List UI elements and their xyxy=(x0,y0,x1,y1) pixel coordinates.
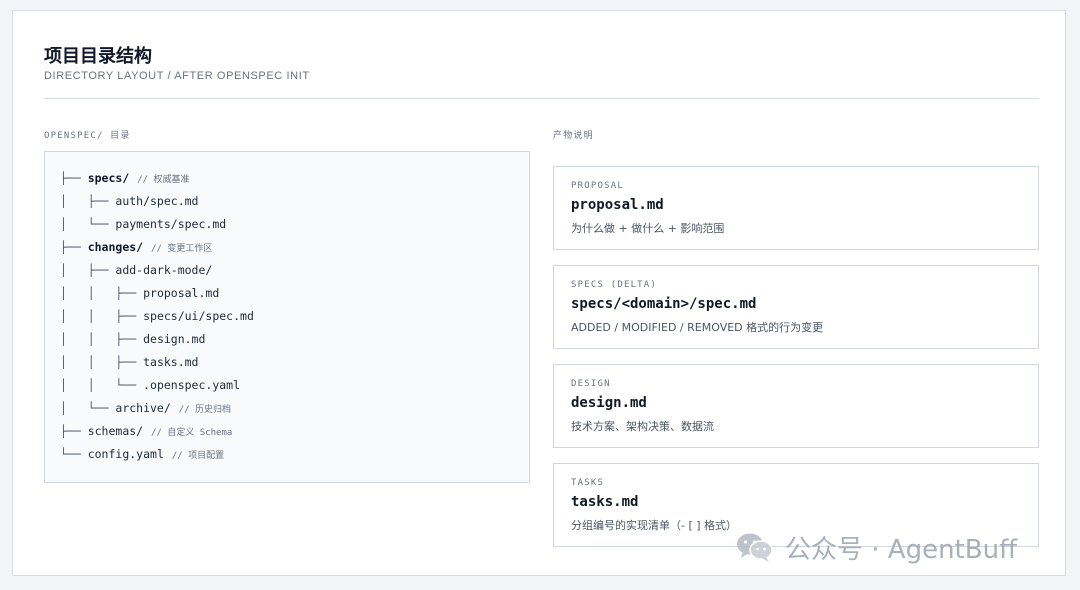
card-tag: SPECS (DELTA) xyxy=(571,280,658,290)
artifact-card-specs: SPECS (DELTA) specs/<domain>/spec.md ADD… xyxy=(553,265,1039,349)
card-filename: specs/<domain>/spec.md xyxy=(571,296,757,312)
page-title: 项目目录结构 xyxy=(44,46,152,67)
diagram-panel: 项目目录结构 DIRECTORY LAYOUT / AFTER OPENSPEC… xyxy=(12,10,1066,576)
directory-tree: ├── specs/// 权威基准 │ ├── auth/spec.md │ └… xyxy=(44,151,530,483)
watermark-text: 公众号 · AgentBuff xyxy=(785,534,1017,565)
page-subtitle: DIRECTORY LAYOUT / AFTER OPENSPEC INIT xyxy=(44,70,310,82)
artifact-card-proposal: PROPOSAL proposal.md 为什么做 + 做什么 + 影响范围 xyxy=(553,166,1039,250)
card-tag: TASKS xyxy=(571,478,605,488)
tree-line: └── config.yaml// 项目配置 xyxy=(60,447,225,461)
tree-line: │ │ ├── proposal.md xyxy=(60,286,220,300)
card-description: 技术方案、架构决策、数据流 xyxy=(571,420,714,433)
artifacts-section-label: 产物说明 xyxy=(553,131,594,141)
card-filename: design.md xyxy=(571,395,647,411)
tree-line: │ │ ├── design.md xyxy=(60,332,206,346)
tree-line: │ └── archive/// 历史归档 xyxy=(60,401,232,415)
tree-line: ├── schemas/// 自定义 Schema xyxy=(60,424,233,438)
card-filename: tasks.md xyxy=(571,494,639,510)
card-description: 为什么做 + 做什么 + 影响范围 xyxy=(571,222,725,235)
tree-line: │ └── payments/spec.md xyxy=(60,217,227,231)
card-tag: DESIGN xyxy=(571,379,611,389)
watermark: 公众号 · AgentBuff xyxy=(735,529,1017,565)
tree-line: ├── changes/// 变更工作区 xyxy=(60,240,213,254)
tree-section-label: OPENSPEC/ 目录 xyxy=(44,131,131,141)
tree-line: │ │ ├── tasks.md xyxy=(60,355,199,369)
tree-line: │ │ └── .openspec.yaml xyxy=(60,378,241,392)
card-tag: PROPOSAL xyxy=(571,181,624,191)
card-filename: proposal.md xyxy=(571,197,664,213)
tree-line: ├── specs/// 权威基准 xyxy=(60,171,190,185)
tree-line: │ ├── add-dark-mode/ xyxy=(60,263,213,277)
card-description: ADDED / MODIFIED / REMOVED 格式的行为变更 xyxy=(571,321,824,334)
artifact-card-design: DESIGN design.md 技术方案、架构决策、数据流 xyxy=(553,364,1039,448)
header-divider xyxy=(44,98,1039,99)
wechat-icon xyxy=(737,533,773,562)
card-description: 分组编号的实现清单（- [ ] 格式） xyxy=(571,519,738,532)
tree-line: │ │ ├── specs/ui/spec.md xyxy=(60,309,254,323)
tree-line: │ ├── auth/spec.md xyxy=(60,194,199,208)
